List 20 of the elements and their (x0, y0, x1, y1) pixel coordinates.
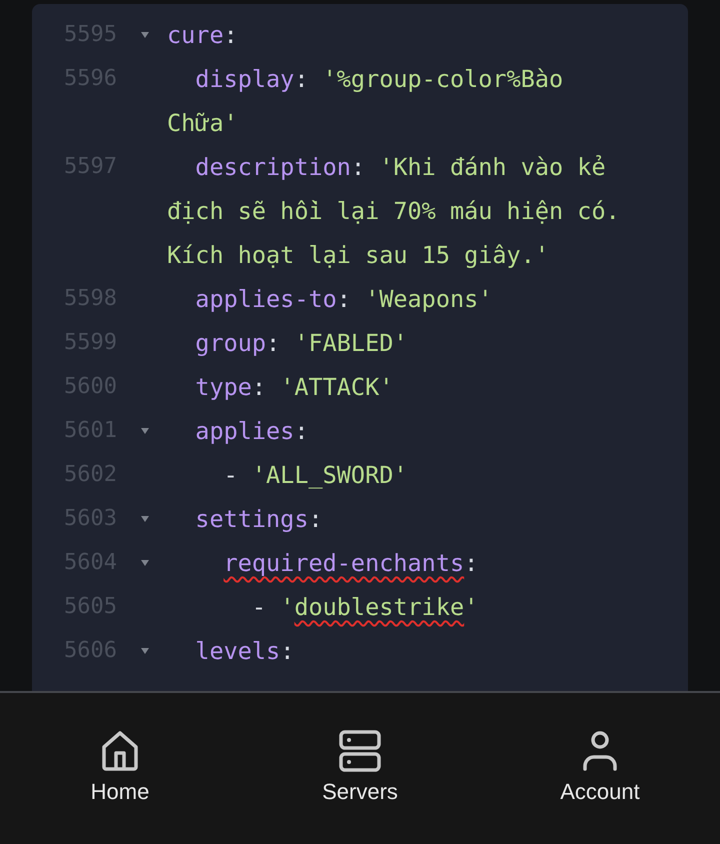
fold-icon[interactable] (140, 647, 150, 655)
nav-tab[interactable]: Account (480, 693, 720, 844)
code-line[interactable]: display: '%group-color%Bào Chữa' (167, 57, 634, 145)
code-line[interactable]: - 'doublestrike' (167, 585, 634, 629)
code-line[interactable]: settings: (167, 497, 634, 541)
code-line[interactable]: applies-to: 'Weapons' (167, 277, 634, 321)
nav-tab[interactable]: Home (0, 693, 240, 844)
fold-icon[interactable] (140, 515, 150, 523)
code-line[interactable]: description: 'Khi đánh vào kẻ địch sẽ hồi lại 70% máu hiện có. Kích hoạt lại sau 15 giây.' (167, 145, 634, 277)
code-line[interactable]: levels: (167, 629, 634, 673)
code-line[interactable]: required-enchants: (167, 541, 634, 585)
code-line[interactable]: - 'ALL_SWORD' (167, 453, 634, 497)
fold-icon[interactable] (140, 427, 150, 435)
fold-icon[interactable] (140, 31, 150, 39)
code-line[interactable]: type: 'ATTACK' (167, 365, 634, 409)
code-line[interactable]: group: 'FABLED' (167, 321, 634, 365)
fold-icon[interactable] (140, 559, 150, 567)
nav-tab[interactable]: Servers (240, 693, 480, 844)
code-line[interactable]: cure: (167, 13, 634, 57)
code-line[interactable]: applies: (167, 409, 634, 453)
